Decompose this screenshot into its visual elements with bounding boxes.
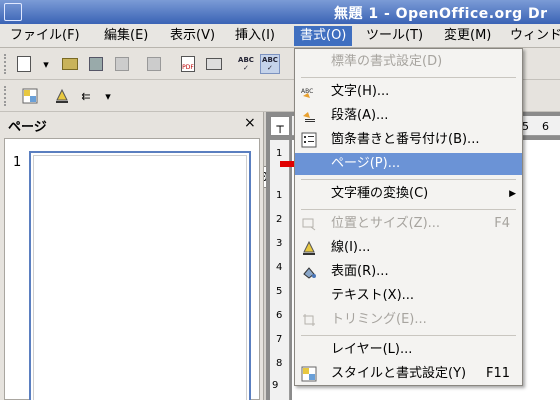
menuitem-label: 表面(R)... [331, 264, 389, 279]
pages-pane-title: ページ [8, 120, 47, 135]
submenu-arrow-icon: ▶ [509, 189, 516, 199]
menu-format[interactable]: 書式(O) [294, 26, 353, 46]
menuitem-paragraph[interactable]: 段落(A)... [295, 105, 522, 127]
ruler-tick: 8 [276, 358, 283, 369]
arrow-dropdown-icon[interactable]: ▾ [98, 86, 118, 106]
menu-insert[interactable]: 挿入(I) [229, 26, 281, 46]
menuitem-label: ページ(P)... [331, 156, 401, 171]
ruler-tick: 5 [276, 286, 283, 297]
export-pdf-icon[interactable]: PDF [178, 54, 198, 74]
format-menu: 標準の書式設定(D) ABC 文字(H)... 段落(A)... 箇条書きと番号… [294, 48, 523, 386]
menuitem-default-formatting[interactable]: 標準の書式設定(D) [295, 51, 522, 73]
ruler-tick: 1 [276, 190, 283, 201]
auto-spellcheck-icon[interactable]: ABC ✓ [260, 54, 280, 74]
area-icon [301, 264, 317, 280]
ruler-corner[interactable]: ┬ [270, 116, 290, 136]
print-icon[interactable] [204, 54, 224, 74]
openoffice-draw-window: 無題 1 - OpenOffice.org Dr ファイル(F) 編集(E) 表… [0, 0, 560, 400]
menu-separator [301, 77, 516, 78]
menuitem-line[interactable]: 線(I)... [295, 237, 522, 259]
menu-view[interactable]: 表示(V) [164, 26, 221, 46]
title-bar: 無題 1 - OpenOffice.org Dr [0, 0, 560, 24]
ruler-tick: 5 [522, 120, 529, 133]
menu-file[interactable]: ファイル(F) [4, 26, 86, 46]
toolbar-handle[interactable] [4, 86, 8, 106]
paragraph-icon [301, 108, 317, 124]
styles-icon [301, 366, 317, 382]
menuitem-label: 文字種の変換(C) [331, 186, 429, 201]
menuitem-label: スタイルと書式設定(Y) [331, 366, 467, 381]
menu-separator [301, 179, 516, 180]
page-number: 1 [13, 155, 22, 170]
menu-bar: ファイル(F) 編集(E) 表示(V) 挿入(I) 書式(O) ツール(T) 変… [0, 24, 560, 48]
menuitem-character[interactable]: ABC 文字(H)... [295, 81, 522, 103]
menuitem-label: 標準の書式設定(D) [331, 54, 443, 69]
menuitem-label: 線(I)... [331, 240, 371, 255]
window-title: 無題 1 - OpenOffice.org Dr [334, 6, 548, 22]
menuitem-layer[interactable]: レイヤー(L)... [295, 339, 522, 361]
menu-separator [301, 335, 516, 336]
line-bucket-icon[interactable] [52, 86, 72, 106]
menuitem-label: 段落(A)... [331, 108, 389, 123]
menuitem-label: 文字(H)... [331, 84, 390, 99]
pages-pane: ページ × 1 [0, 112, 264, 400]
menuitem-change-case[interactable]: 文字種の変換(C) ▶ [295, 183, 522, 205]
menuitem-accelerator: F4 [494, 216, 510, 231]
ruler-tick: 6 [276, 310, 283, 321]
pages-list[interactable]: 1 [4, 138, 260, 400]
menuitem-label: 位置とサイズ(Z)... [331, 216, 441, 231]
styles-icon[interactable] [20, 86, 40, 106]
window-menu-icon[interactable] [4, 3, 22, 21]
menuitem-page[interactable]: ページ(P)... [295, 153, 522, 175]
ruler-tick: 3 [276, 238, 283, 249]
bullets-icon [301, 132, 317, 148]
menuitem-crop[interactable]: トリミング(E)... [295, 309, 522, 331]
close-icon[interactable]: × [244, 115, 256, 131]
character-icon: ABC [301, 84, 317, 100]
email-icon[interactable] [112, 54, 132, 74]
open-folder-icon[interactable] [60, 54, 80, 74]
crop-icon [301, 312, 317, 328]
menu-modify[interactable]: 変更(M) [438, 26, 497, 46]
menuitem-bullets-numbering[interactable]: 箇条書きと番号付け(B)... [295, 129, 522, 151]
line-icon [301, 240, 317, 256]
arrow-style-icon[interactable]: ⇇ [76, 86, 96, 106]
ruler-tick: 4 [276, 262, 283, 273]
menuitem-area[interactable]: 表面(R)... [295, 261, 522, 283]
menuitem-accelerator: F11 [485, 366, 510, 381]
menu-edit[interactable]: 編集(E) [98, 26, 154, 46]
menuitem-label: トリミング(E)... [331, 312, 427, 327]
menuitem-label: 箇条書きと番号付け(B)... [331, 132, 480, 147]
menuitem-styles-formatting[interactable]: スタイルと書式設定(Y) F11 [295, 363, 522, 385]
menuitem-text[interactable]: テキスト(X)... [295, 285, 522, 307]
menuitem-label: レイヤー(L)... [331, 342, 413, 357]
menu-separator [301, 209, 516, 210]
new-document-icon[interactable] [14, 54, 34, 74]
new-dropdown-icon[interactable]: ▾ [36, 54, 56, 74]
ruler-tick: 9 [272, 380, 279, 391]
menuitem-label: テキスト(X)... [331, 288, 415, 303]
edit-file-icon[interactable] [144, 54, 164, 74]
page-thumbnail[interactable] [29, 151, 251, 400]
vertical-ruler[interactable]: 1 1 2 3 4 5 6 7 8 9 [270, 140, 290, 400]
ruler-tick: 6 [542, 120, 549, 133]
menu-tools[interactable]: ツール(T) [360, 26, 429, 46]
position-size-icon [301, 216, 317, 232]
spellcheck-icon[interactable]: ABC ✓ [236, 54, 256, 74]
menu-window[interactable]: ウィンド [504, 26, 560, 46]
menuitem-position-size[interactable]: 位置とサイズ(Z)... F4 [295, 213, 522, 235]
ruler-tick: 2 [276, 214, 283, 225]
toolbar-handle[interactable] [4, 54, 8, 74]
save-icon[interactable] [86, 54, 106, 74]
ruler-tick: 7 [276, 334, 283, 345]
